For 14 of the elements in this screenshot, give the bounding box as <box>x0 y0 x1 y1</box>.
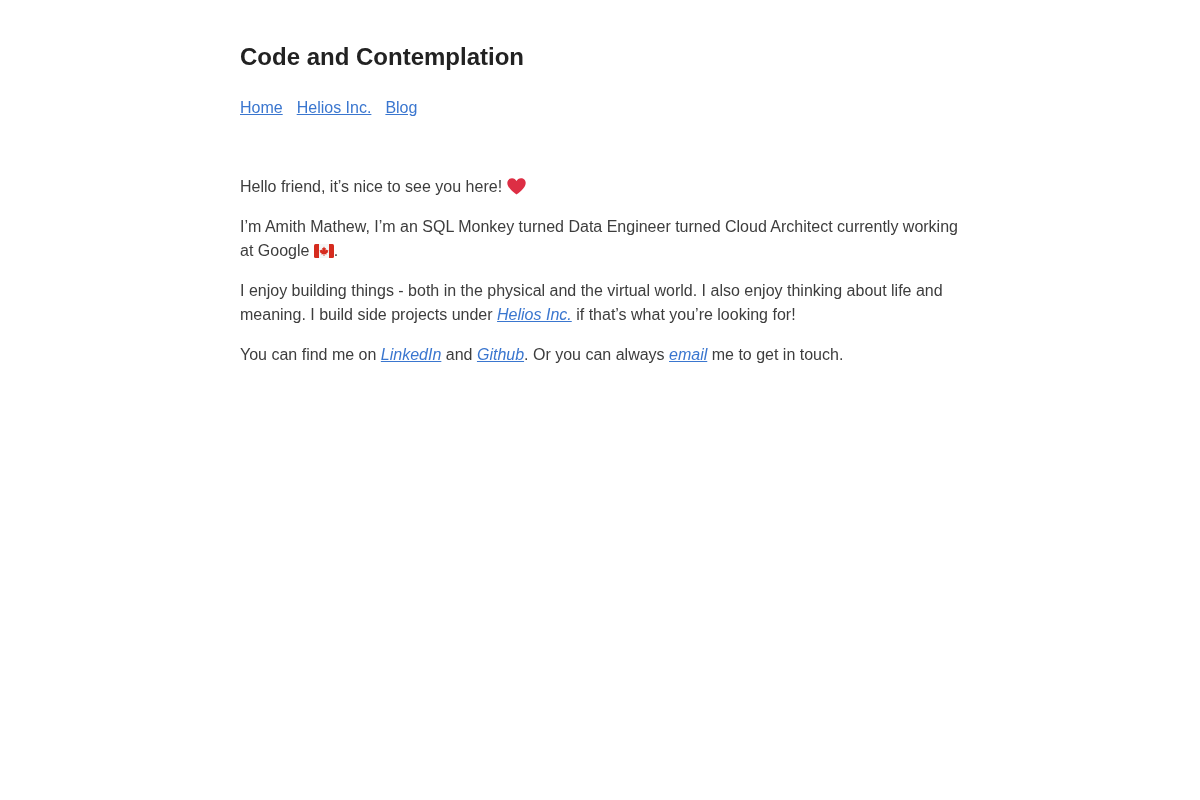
paragraph: You can find me on LinkedIn and Github. Or you can always email me to get in touch. <box>240 345 845 365</box>
nav-link[interactable]: Home <box>240 96 283 120</box>
text-link[interactable]: Helios Inc. <box>497 306 572 323</box>
text-link[interactable]: email <box>669 346 708 363</box>
paragraph: I’m Amith Mathew, I’m an SQL Monkey turned Data Engineer turned Cloud Architect currently working at Google . <box>240 217 959 261</box>
nav-link[interactable]: Helios Inc. <box>296 96 372 120</box>
text-link[interactable]: Github <box>476 346 525 363</box>
flag-icon <box>313 244 334 258</box>
paragraph: Hello friend, it’s nice to see you here! <box>240 175 960 199</box>
paragraph: I enjoy building things - both in the physical and the virtual world. I also enjoy thinking about life and meaning. I build side projects under Helios Inc. if that’s what you’re looking for! <box>240 281 944 325</box>
text-link[interactable]: LinkedIn <box>380 346 442 363</box>
nav-link[interactable]: Blog <box>385 96 418 120</box>
heart-icon <box>506 178 526 195</box>
site-title: Code and Contemplation <box>240 42 525 72</box>
